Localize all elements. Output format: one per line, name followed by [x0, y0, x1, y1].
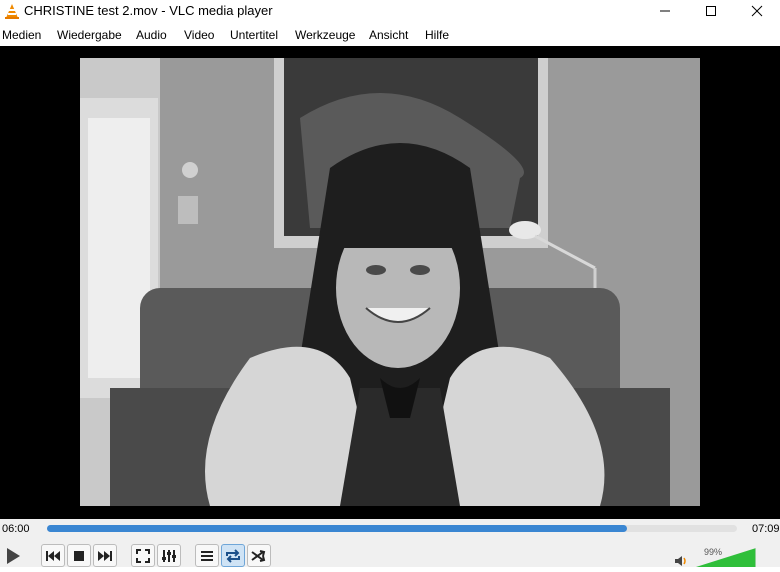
playlist-button[interactable] — [195, 544, 219, 567]
close-icon — [751, 5, 763, 17]
maximize-icon — [706, 6, 716, 16]
menu-ansicht[interactable]: Ansicht — [369, 28, 408, 42]
shuffle-icon — [251, 549, 266, 562]
video-frame — [80, 58, 700, 506]
menu-hilfe[interactable]: Hilfe — [425, 28, 449, 42]
stop-icon — [74, 550, 84, 561]
mute-button[interactable] — [674, 554, 688, 566]
maximize-button[interactable] — [688, 0, 734, 22]
next-icon — [98, 550, 112, 561]
fullscreen-icon — [136, 548, 150, 563]
previous-button[interactable] — [41, 544, 65, 567]
loop-button[interactable] — [221, 544, 245, 567]
play-icon — [7, 547, 20, 564]
close-button[interactable] — [734, 0, 780, 22]
volume-slider[interactable] — [696, 548, 756, 567]
minimize-icon — [660, 10, 670, 12]
fullscreen-button[interactable] — [131, 544, 155, 567]
extended-settings-icon — [162, 549, 176, 562]
seek-bar[interactable] — [47, 525, 737, 532]
volume-slider-fill — [696, 548, 756, 567]
menu-video[interactable]: Video — [184, 28, 214, 42]
seek-bar-progress — [47, 525, 627, 532]
menu-medien[interactable]: Medien — [2, 28, 41, 42]
speaker-icon — [675, 556, 686, 566]
menu-bar: Medien Wiedergabe Audio Video Untertitel… — [0, 24, 780, 46]
stop-button[interactable] — [67, 544, 91, 567]
extended-settings-button[interactable] — [157, 544, 181, 567]
minimize-button[interactable] — [642, 0, 688, 22]
menu-audio[interactable]: Audio — [136, 28, 167, 42]
previous-icon — [46, 550, 60, 561]
menu-untertitel[interactable]: Untertitel — [230, 28, 278, 42]
play-button[interactable] — [2, 544, 24, 567]
elapsed-time: 06:00 — [2, 523, 30, 535]
title-bar: CHRISTINE test 2.mov - VLC media player — [0, 0, 780, 22]
playlist-icon — [201, 550, 213, 561]
loop-icon — [226, 548, 240, 563]
total-time: 07:09 — [752, 523, 780, 535]
window-title: CHRISTINE test 2.mov - VLC media player — [24, 3, 273, 18]
menu-wiedergabe[interactable]: Wiedergabe — [57, 28, 122, 42]
video-area[interactable] — [0, 46, 780, 519]
control-panel: 06:00 07:09 99% — [0, 519, 780, 567]
vlc-logo-icon — [5, 4, 19, 19]
menu-werkzeuge[interactable]: Werkzeuge — [295, 28, 355, 42]
video-still — [80, 58, 700, 506]
shuffle-button[interactable] — [247, 544, 271, 567]
next-button[interactable] — [93, 544, 117, 567]
